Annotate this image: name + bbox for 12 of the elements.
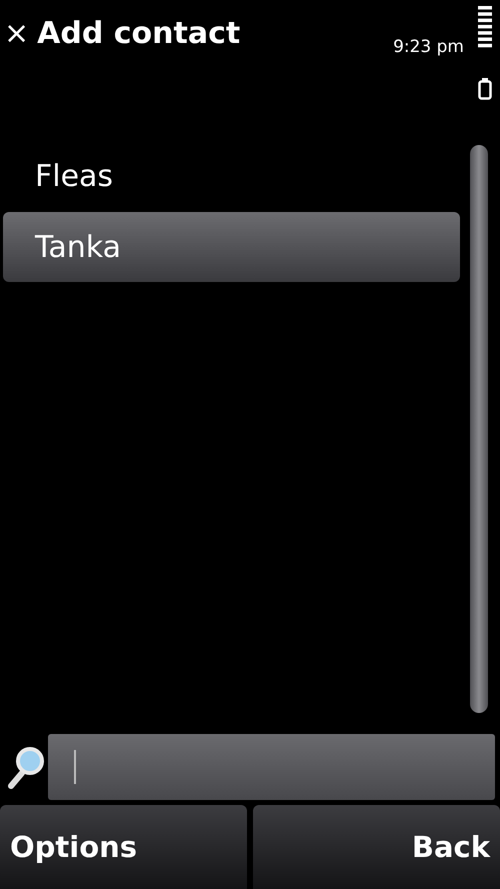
softkey-button[interactable]: Options xyxy=(0,805,247,889)
search-field[interactable] xyxy=(48,734,495,800)
battery-icon xyxy=(478,78,492,100)
window-title: Add contact xyxy=(37,15,240,53)
clock-time: 9:23 pm xyxy=(393,36,464,58)
contact-item[interactable]: Fleas xyxy=(3,145,460,207)
contact-item[interactable]: Tanka xyxy=(3,212,460,282)
signal-icon xyxy=(478,6,492,50)
search-icon xyxy=(8,745,44,789)
close-button[interactable]: × xyxy=(2,14,32,54)
softkey-button[interactable]: Back xyxy=(253,805,500,889)
scrollbar[interactable] xyxy=(470,145,488,713)
